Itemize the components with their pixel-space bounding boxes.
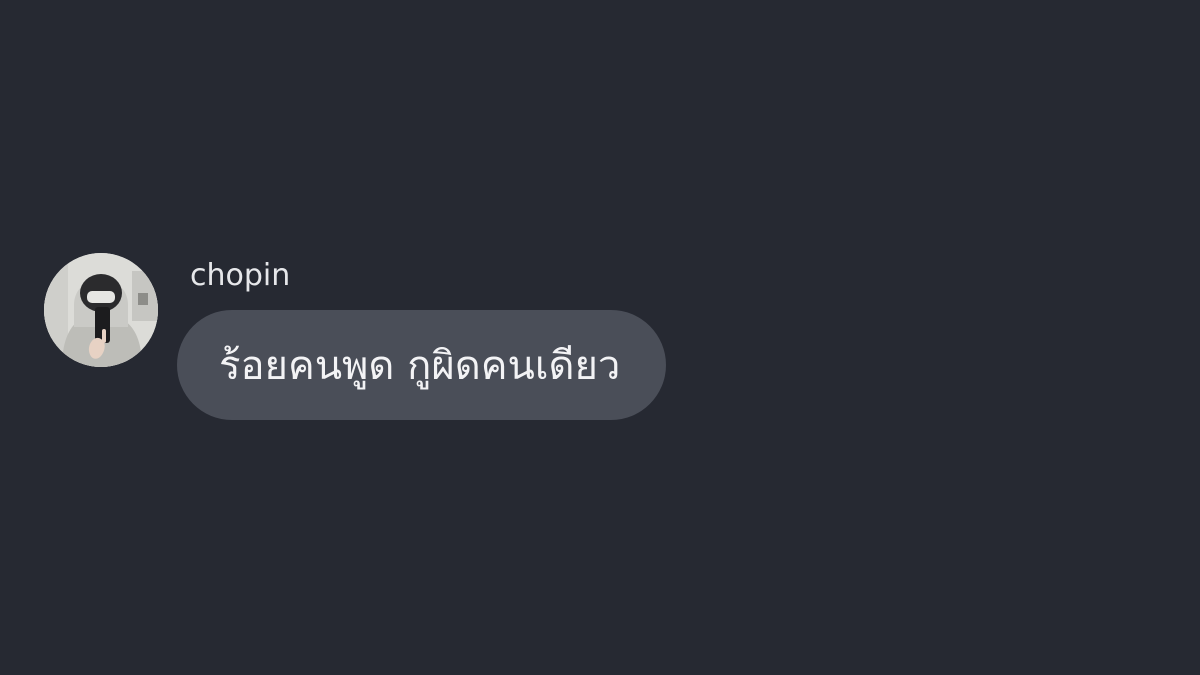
message-content: chopin ร้อยคนพูด กูผิดคนเดียว	[177, 253, 667, 420]
sender-name: chopin	[190, 258, 291, 293]
chat-message: chopin ร้อยคนพูด กูผิดคนเดียว	[44, 253, 667, 420]
avatar[interactable]	[44, 253, 158, 367]
chat-screen: chopin ร้อยคนพูด กูผิดคนเดียว	[0, 0, 1200, 675]
message-text: ร้อยคนพูด กูผิดคนเดียว	[219, 343, 621, 389]
message-bubble[interactable]: ร้อยคนพูด กูผิดคนเดียว	[177, 310, 667, 420]
profile-photo-hooded-person-icon	[44, 253, 158, 367]
